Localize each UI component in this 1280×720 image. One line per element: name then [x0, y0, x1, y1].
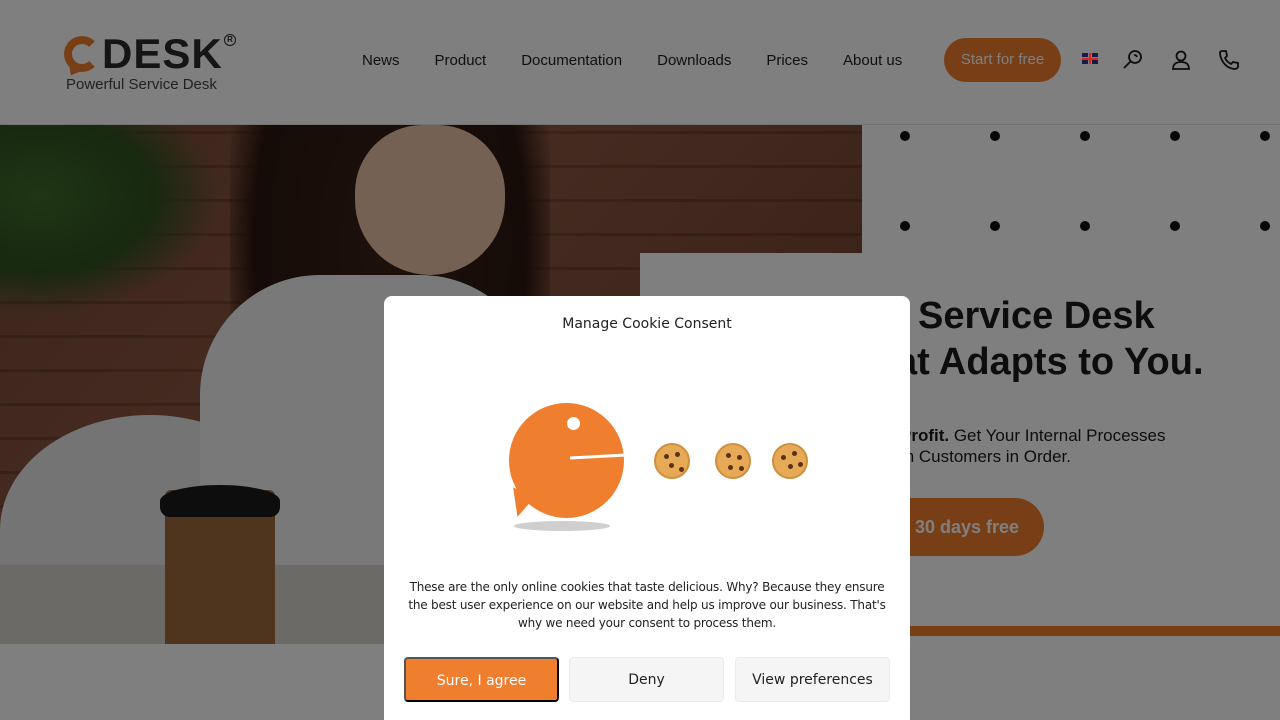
- cookie-icon: [715, 443, 751, 479]
- deny-button[interactable]: Deny: [569, 657, 724, 702]
- cookie-icon: [654, 443, 690, 479]
- cookie-icon: [772, 443, 808, 479]
- dialog-title: Manage Cookie Consent: [562, 316, 732, 332]
- cookie-consent-dialog: Manage Cookie Consent These are the only…: [384, 296, 910, 720]
- cookie-illustration: [484, 351, 814, 531]
- dialog-message: These are the only online cookies that t…: [408, 580, 886, 630]
- agree-button[interactable]: Sure, I agree: [404, 657, 559, 702]
- view-preferences-button[interactable]: View preferences: [735, 657, 890, 702]
